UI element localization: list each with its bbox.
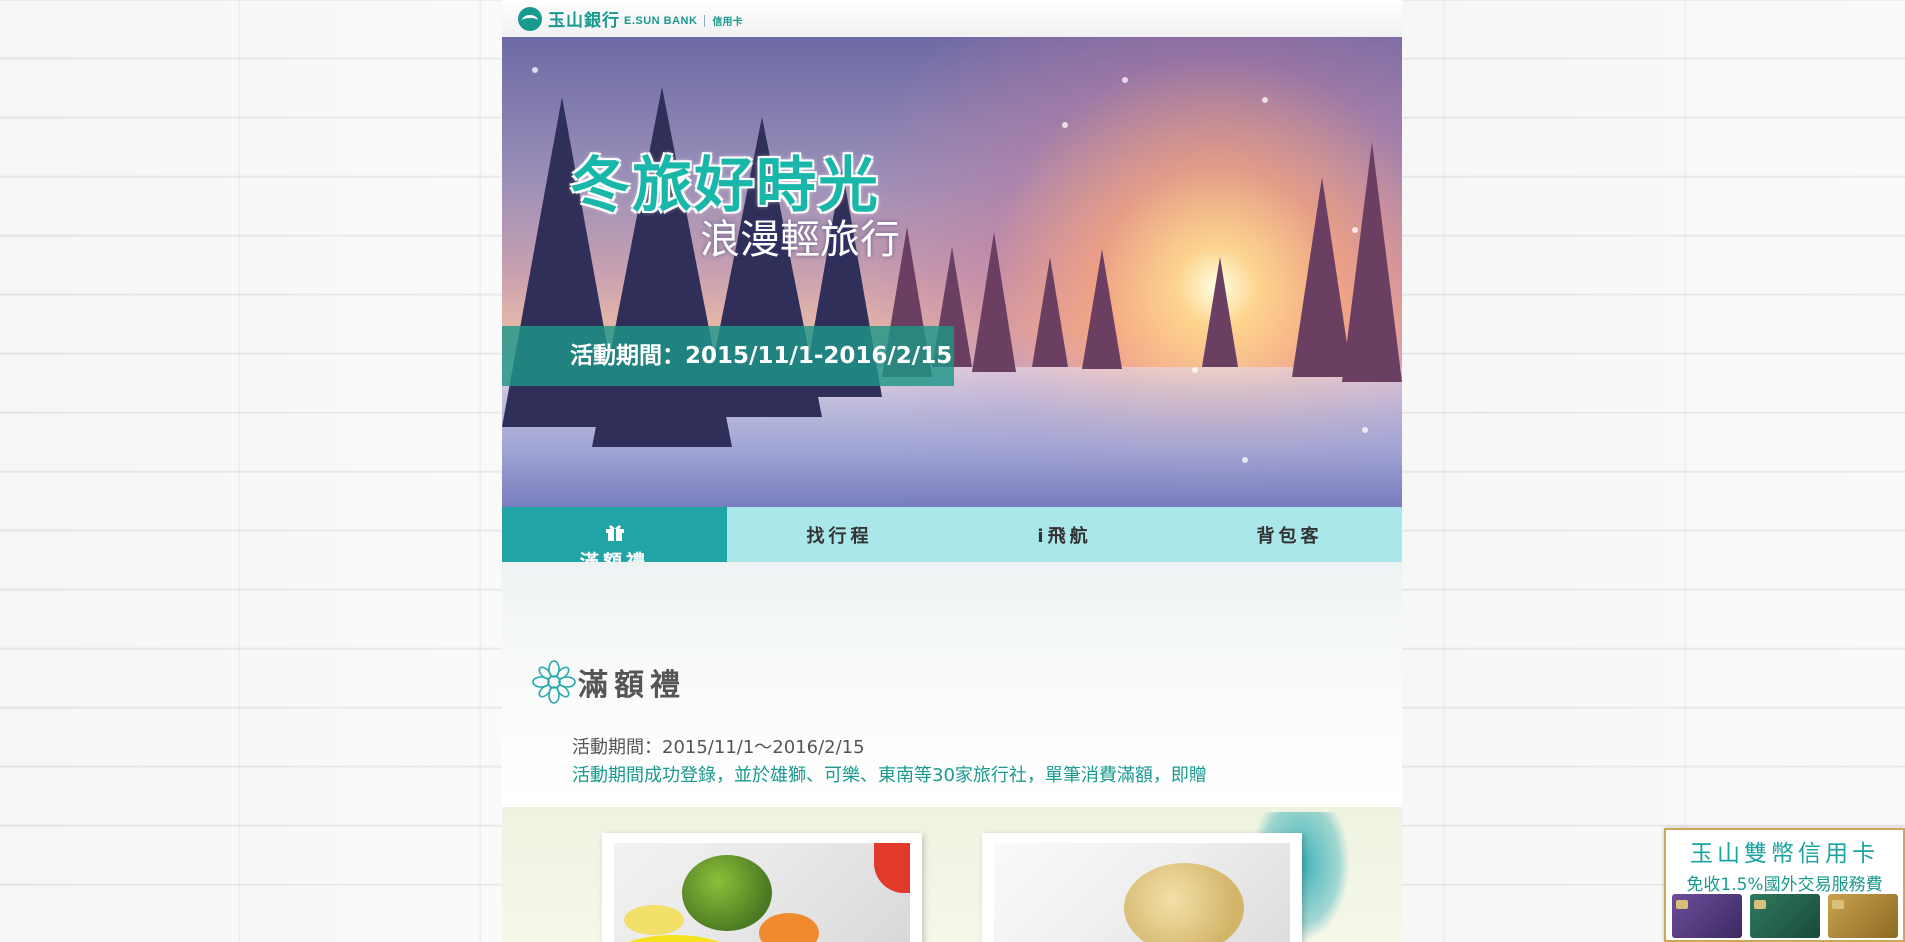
snowflake-icon xyxy=(1242,457,1248,463)
hero-campaign-period: 活動期間：2015/11/1-2016/2/15 xyxy=(502,326,954,386)
section-heading: 滿額禮 xyxy=(532,660,686,704)
section-description: 活動期間成功登錄，並於雄獅、可樂、東南等30家旅行社，單筆消費滿額，即贈 xyxy=(572,765,1207,786)
tomato-icon xyxy=(874,843,910,893)
snowflake-icon xyxy=(1362,427,1368,433)
section-campaign-period: 活動期間：2015/11/1～2016/2/15 xyxy=(572,737,865,758)
pine-tree-icon xyxy=(1342,142,1402,382)
food-photo-vegetables xyxy=(614,843,910,942)
snowflake-icon xyxy=(532,67,538,73)
hero-banner: 冬旅好時光 浪漫輕旅行 活動期間：2015/11/1-2016/2/15 xyxy=(502,37,1402,507)
carrot-icon xyxy=(759,913,819,942)
snowflake-icon xyxy=(1262,97,1268,103)
page-container: 玉山銀行 E.SUN BANK 信用卡 冬旅好時光 浪漫輕旅行 活動期間：201… xyxy=(502,0,1402,942)
logo-chinese-name[interactable]: 玉山銀行 xyxy=(548,6,620,31)
section-title: 滿額禮 xyxy=(578,668,686,703)
tab-find-itinerary[interactable]: 找行程 xyxy=(727,507,952,562)
tab-i-flight[interactable]: i飛航 xyxy=(952,507,1177,562)
logo-section-label[interactable]: 信用卡 xyxy=(712,13,742,28)
gift-card-1[interactable] xyxy=(602,833,922,942)
hero-subtitle: 浪漫輕旅行 xyxy=(700,217,900,263)
corn-icon xyxy=(624,905,684,935)
gift-icon xyxy=(605,525,624,541)
ad-card-images xyxy=(1672,894,1898,938)
ad-subtitle: 免收1.5%國外交易服務費 xyxy=(1686,875,1883,895)
flower-ornament-icon xyxy=(532,660,576,704)
snowflake-icon xyxy=(1352,227,1358,233)
pine-tree-icon xyxy=(972,232,1016,372)
credit-card-euro-icon xyxy=(1672,894,1742,938)
esun-logo-icon[interactable] xyxy=(518,6,542,31)
dual-currency-card-ad[interactable]: 玉山雙幣信用卡 免收1.5%國外交易服務費 xyxy=(1664,828,1905,942)
snowflake-icon xyxy=(1122,77,1128,83)
site-header: 玉山銀行 E.SUN BANK 信用卡 xyxy=(502,0,1402,37)
credit-card-yen-icon xyxy=(1828,894,1898,938)
pear-icon xyxy=(1124,863,1244,942)
snowflake-icon xyxy=(1062,122,1068,128)
tab-label: i飛航 xyxy=(1037,525,1092,547)
tab-backpacker[interactable]: 背包客 xyxy=(1177,507,1402,562)
pine-tree-icon xyxy=(1202,257,1238,367)
gift-card-2[interactable] xyxy=(982,833,1302,942)
broccoli-icon xyxy=(682,855,772,931)
lemon-icon xyxy=(614,935,734,942)
tab-label: 背包客 xyxy=(1256,525,1323,547)
pine-tree-icon xyxy=(1082,249,1122,369)
logo-divider xyxy=(704,14,706,27)
ad-title: 玉山雙幣信用卡 xyxy=(1690,841,1879,867)
tab-label: 找行程 xyxy=(806,525,873,547)
pine-tree-icon xyxy=(1032,257,1068,367)
logo-english-name[interactable]: E.SUN BANK xyxy=(624,15,697,27)
snowflake-icon xyxy=(1192,367,1198,373)
food-photo-dessert xyxy=(994,843,1290,942)
credit-card-dollar-icon xyxy=(1750,894,1820,938)
